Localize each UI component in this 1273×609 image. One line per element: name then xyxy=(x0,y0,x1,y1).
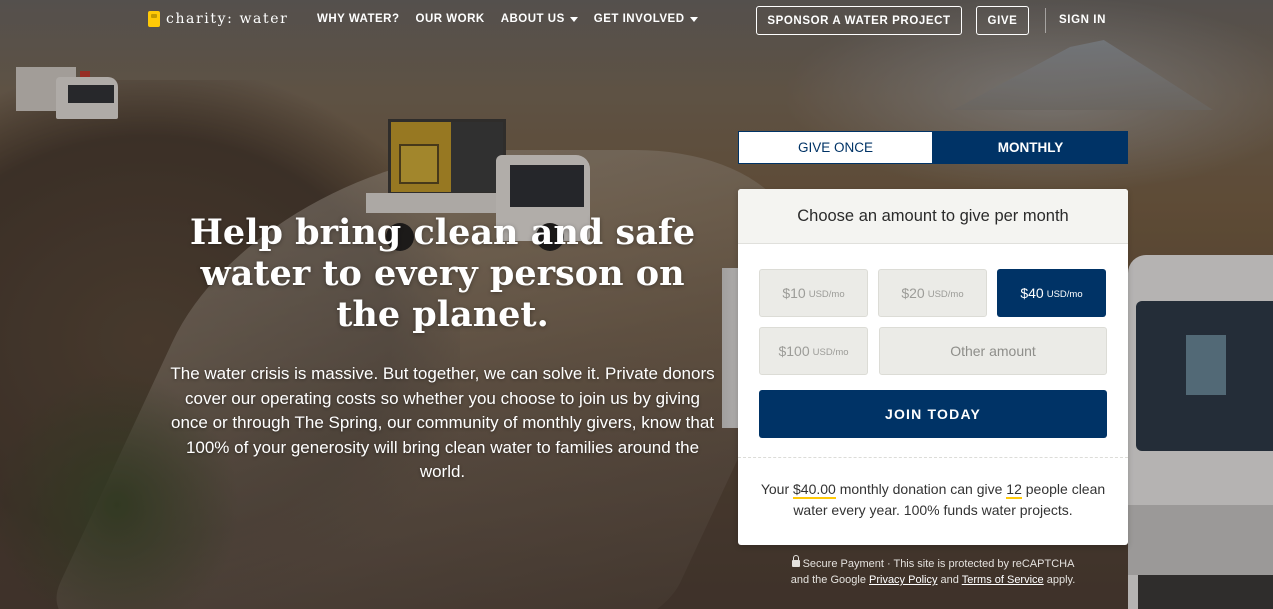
terms-of-service-link[interactable]: Terms of Service xyxy=(962,574,1044,586)
amount-value: $100 xyxy=(778,343,810,359)
tab-monthly[interactable]: MONTHLY xyxy=(933,131,1128,164)
nav-about-us-label: ABOUT US xyxy=(500,13,565,25)
amount-value: $10 xyxy=(782,285,806,301)
nav-get-involved[interactable]: GET INVOLVED xyxy=(594,13,698,25)
lock-icon xyxy=(791,555,800,567)
nav-divider xyxy=(1045,8,1046,33)
main-nav: WHY WATER? OUR WORK ABOUT US GET INVOLVE… xyxy=(317,13,714,25)
sponsor-project-button[interactable]: SPONSOR A WATER PROJECT xyxy=(756,6,962,35)
tab-give-once[interactable]: GIVE ONCE xyxy=(738,131,933,164)
secure-line-2-prefix: and the Google xyxy=(790,574,866,586)
secure-line-2-suffix: apply. xyxy=(1046,574,1076,586)
nav-our-work-label: OUR WORK xyxy=(415,13,485,25)
amount-option-10[interactable]: $10 USD/mo xyxy=(759,269,868,317)
amount-option-100[interactable]: $100 USD/mo xyxy=(759,327,868,375)
nav-why-water[interactable]: WHY WATER? xyxy=(317,13,400,25)
impact-prefix: Your xyxy=(760,481,790,497)
impact-amount: $40.00 xyxy=(793,481,836,499)
nav-why-water-label: WHY WATER? xyxy=(317,13,400,25)
impact-people-count: 12 xyxy=(1006,481,1022,499)
jerrycan-logo-icon xyxy=(148,11,160,27)
site-header: charity: water WHY WATER? OUR WORK ABOUT… xyxy=(0,0,1273,42)
amount-unit: USD/mo xyxy=(1046,289,1083,300)
give-button[interactable]: GIVE xyxy=(976,6,1029,35)
hero-title: Help bring clean and safe water to every… xyxy=(189,212,696,335)
chevron-down-icon xyxy=(569,16,578,22)
amount-unit: USD/mo xyxy=(927,289,964,300)
amount-value: $40 xyxy=(1020,285,1044,301)
donation-card: Choose an amount to give per month $10 U… xyxy=(738,189,1128,545)
logo[interactable]: charity: water xyxy=(148,11,288,27)
nav-our-work[interactable]: OUR WORK xyxy=(416,13,485,25)
card-divider xyxy=(738,457,1128,458)
impact-middle: monthly donation can give xyxy=(839,481,1003,497)
nav-get-involved-label: GET INVOLVED xyxy=(593,13,685,25)
sign-in-link[interactable]: SIGN IN xyxy=(1059,14,1106,26)
chevron-down-icon xyxy=(689,16,698,22)
logo-text: charity: water xyxy=(166,11,289,27)
secure-line-1: Secure Payment · This site is protected … xyxy=(802,558,1075,570)
amount-option-20[interactable]: $20 USD/mo xyxy=(878,269,987,317)
impact-message: Your $40.00 monthly donation can give 12… xyxy=(758,479,1108,521)
amount-value: $20 xyxy=(901,285,925,301)
amount-unit: USD/mo xyxy=(808,289,845,300)
join-today-button[interactable]: JOIN TODAY xyxy=(759,390,1107,438)
privacy-policy-link[interactable]: Privacy Policy xyxy=(869,574,937,586)
other-amount-input[interactable] xyxy=(879,327,1107,375)
amount-unit: USD/mo xyxy=(812,347,849,358)
secure-payment-note: Secure Payment · This site is protected … xyxy=(738,555,1128,588)
amount-option-40[interactable]: $40 USD/mo xyxy=(997,269,1106,317)
nav-about-us[interactable]: ABOUT US xyxy=(501,13,578,25)
frequency-tabs: GIVE ONCE MONTHLY xyxy=(738,131,1128,164)
donation-card-header: Choose an amount to give per month xyxy=(738,189,1128,244)
secure-and: and xyxy=(940,574,959,586)
hero-body: The water crisis is massive. But togethe… xyxy=(170,364,715,481)
